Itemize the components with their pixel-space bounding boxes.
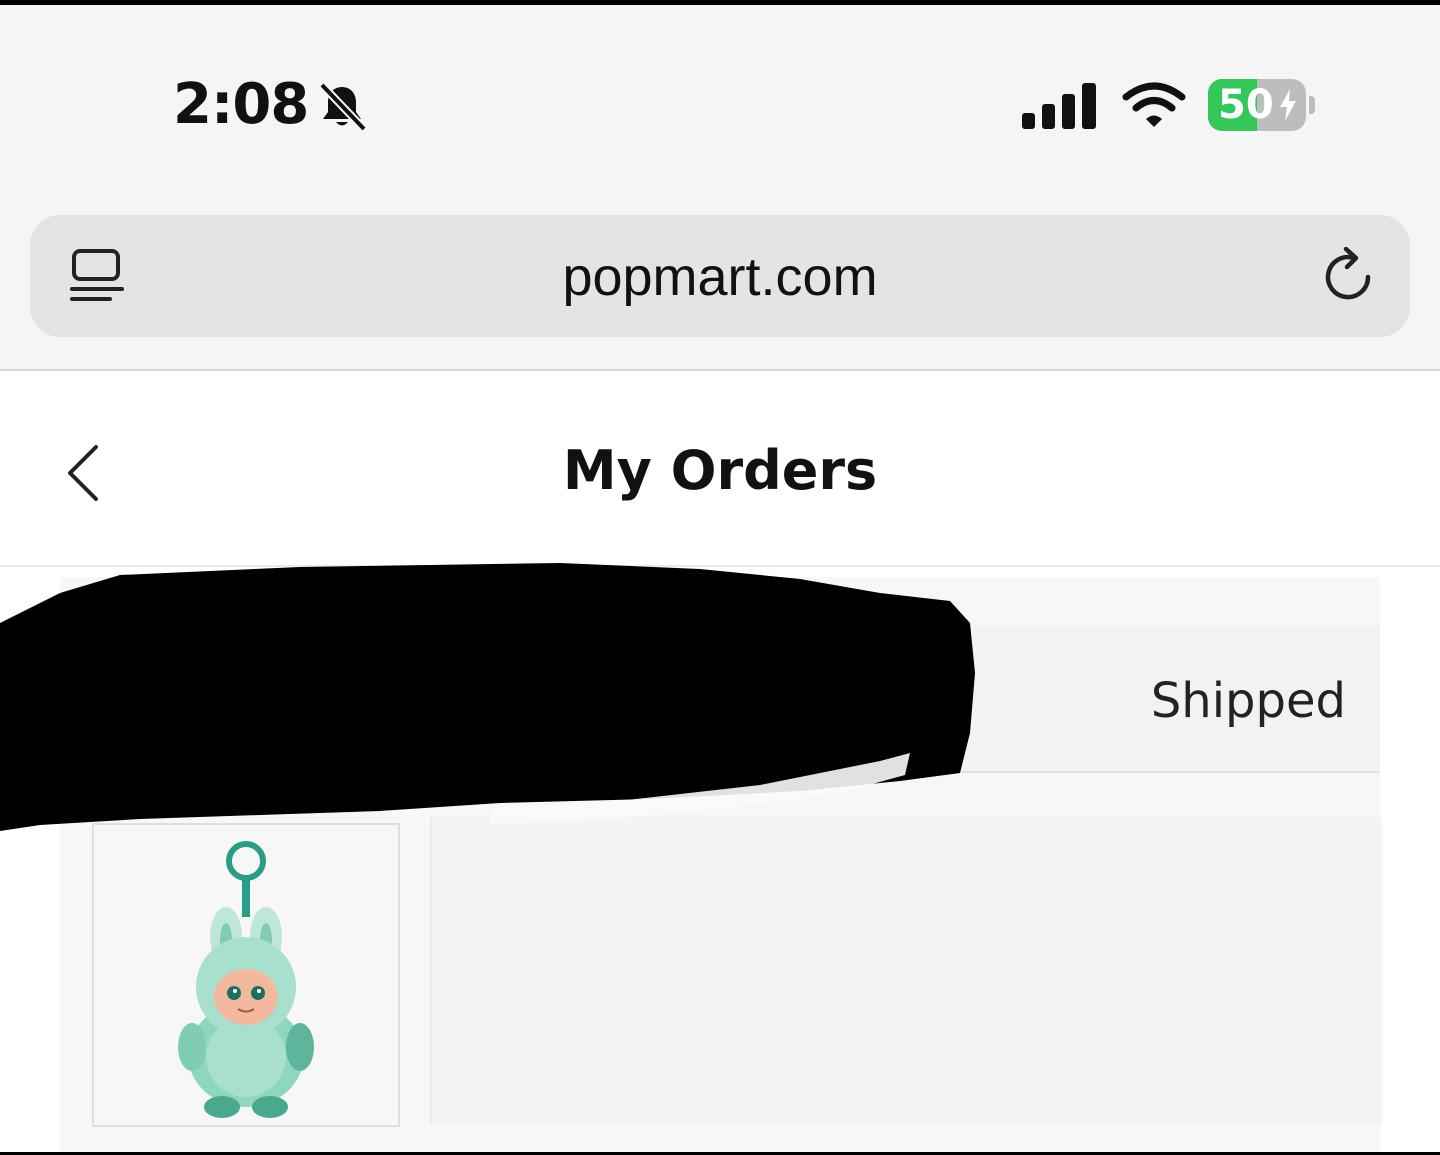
wifi-icon — [1122, 82, 1186, 127]
address-bar[interactable]: popmart.com — [30, 215, 1410, 337]
status-time: 2:08 — [173, 72, 309, 137]
phone-screen: 2:08 50 popmart.com My Orders Shipped — [0, 5, 1440, 1152]
product-image — [178, 841, 314, 1118]
battery-nub — [1309, 96, 1315, 114]
page-title: My Orders — [562, 439, 878, 502]
battery-indicator: 50 — [1208, 79, 1306, 131]
bell-slash-icon — [319, 82, 367, 132]
redaction-mark — [0, 563, 975, 831]
order-status: Shipped — [1150, 673, 1346, 729]
battery-percent: 50 — [1218, 82, 1274, 128]
product-thumbnail[interactable] — [92, 823, 400, 1127]
charging-bolt-icon — [1280, 89, 1296, 121]
cellular-signal-icon — [1022, 83, 1096, 129]
reload-icon[interactable] — [1320, 247, 1380, 307]
url-text[interactable]: popmart.com — [30, 245, 1410, 309]
product-info-panel — [430, 817, 1382, 1123]
